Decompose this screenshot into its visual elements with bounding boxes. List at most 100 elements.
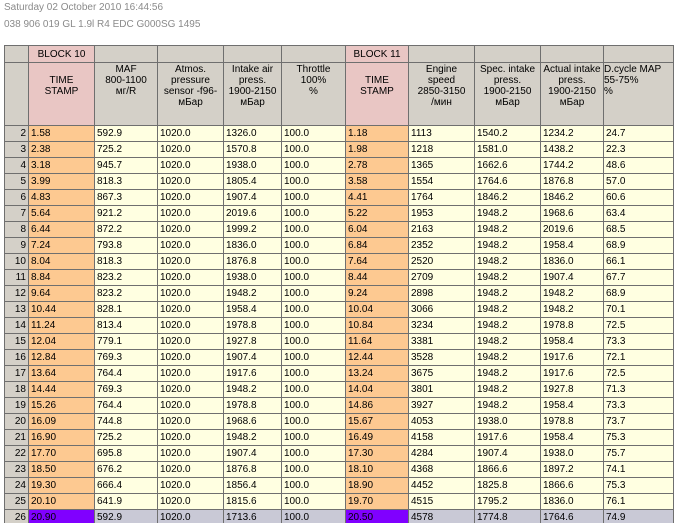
timestamp-cell[interactable]: 1.98	[345, 141, 409, 158]
value-cell[interactable]: 1020.0	[157, 397, 224, 414]
value-cell[interactable]: 100.0	[281, 205, 346, 222]
value-cell[interactable]: 1927.8	[540, 381, 604, 398]
timestamp-cell[interactable]: 18.50	[28, 461, 95, 478]
value-cell[interactable]: 1020.0	[157, 429, 224, 446]
value-cell[interactable]: 1020.0	[157, 285, 224, 302]
value-cell[interactable]: 100.0	[281, 189, 346, 206]
value-cell[interactable]: 74.1	[603, 461, 674, 478]
table-row[interactable]: 26 20.90 592.9 1020.0 1713.6 100.0 20.50 4578 17…	[4, 509, 674, 523]
table-row[interactable]: 15 12.04 779.1 1020.0 1927.8 100.0 11.64 3381 19…	[4, 333, 674, 350]
column-header[interactable]: Actual intake press. 1900-2150 мБар	[540, 62, 604, 126]
timestamp-cell[interactable]: 10.84	[345, 317, 409, 334]
timestamp-cell[interactable]: 3.99	[28, 173, 95, 190]
measuring-blocks-grid[interactable]: BLOCK 10 BLOCK 11 TIME STAMP MAF 800-1100 мг…	[4, 45, 674, 523]
value-cell[interactable]: 1020.0	[157, 445, 224, 462]
value-cell[interactable]: 1774.8	[474, 509, 541, 523]
row-number[interactable]: 13	[4, 301, 29, 318]
value-cell[interactable]: 72.5	[603, 317, 674, 334]
table-row[interactable]: 6 4.83 867.3 1020.0 1907.4 100.0 4.41 1764 1846.…	[4, 189, 674, 206]
value-cell[interactable]: 3528	[408, 349, 475, 366]
row-number[interactable]: 26	[4, 509, 29, 523]
value-cell[interactable]: 67.7	[603, 269, 674, 286]
row-number[interactable]: 8	[4, 221, 29, 238]
value-cell[interactable]: 100.0	[281, 461, 346, 478]
timestamp-cell[interactable]: 8.84	[28, 269, 95, 286]
value-cell[interactable]: 1907.4	[223, 189, 282, 206]
value-cell[interactable]: 1948.2	[474, 301, 541, 318]
value-cell[interactable]: 1958.4	[223, 301, 282, 318]
timestamp-cell[interactable]: 13.24	[345, 365, 409, 382]
value-cell[interactable]: 100.0	[281, 381, 346, 398]
timestamp-cell[interactable]: 1.18	[345, 125, 409, 142]
value-cell[interactable]: 769.3	[94, 381, 158, 398]
value-cell[interactable]: 1907.4	[223, 445, 282, 462]
value-cell[interactable]: 818.3	[94, 173, 158, 190]
value-cell[interactable]: 725.2	[94, 141, 158, 158]
value-cell[interactable]: 1958.4	[540, 429, 604, 446]
value-cell[interactable]: 4452	[408, 477, 475, 494]
value-cell[interactable]: 100.0	[281, 493, 346, 510]
value-cell[interactable]: 1948.2	[223, 285, 282, 302]
timestamp-cell[interactable]: 18.10	[345, 461, 409, 478]
value-cell[interactable]: 1948.2	[474, 253, 541, 270]
row-number[interactable]: 5	[4, 173, 29, 190]
value-cell[interactable]: 1876.8	[223, 461, 282, 478]
value-cell[interactable]: 1554	[408, 173, 475, 190]
value-cell[interactable]: 1948.2	[223, 381, 282, 398]
value-cell[interactable]: 1020.0	[157, 349, 224, 366]
timestamp-cell[interactable]: 3.58	[345, 173, 409, 190]
value-cell[interactable]: 4515	[408, 493, 475, 510]
value-cell[interactable]: 71.3	[603, 381, 674, 398]
value-cell[interactable]: 1020.0	[157, 141, 224, 158]
value-cell[interactable]: 1020.0	[157, 381, 224, 398]
value-cell[interactable]: 1540.2	[474, 125, 541, 142]
value-cell[interactable]: 100.0	[281, 317, 346, 334]
timestamp-cell[interactable]: 17.30	[345, 445, 409, 462]
value-cell[interactable]: 921.2	[94, 205, 158, 222]
value-cell[interactable]: 1795.2	[474, 493, 541, 510]
block-11-label[interactable]: BLOCK 11	[345, 45, 409, 63]
timestamp-cell[interactable]: 20.10	[28, 493, 95, 510]
value-cell[interactable]: 22.3	[603, 141, 674, 158]
value-cell[interactable]: 1978.8	[223, 397, 282, 414]
value-cell[interactable]: 1218	[408, 141, 475, 158]
value-cell[interactable]: 1744.2	[540, 157, 604, 174]
value-cell[interactable]: 1907.4	[474, 445, 541, 462]
value-cell[interactable]: 3927	[408, 397, 475, 414]
value-cell[interactable]: 1917.6	[540, 349, 604, 366]
row-number[interactable]: 21	[4, 429, 29, 446]
value-cell[interactable]: 2709	[408, 269, 475, 286]
timestamp-cell[interactable]: 6.84	[345, 237, 409, 254]
table-row[interactable]: 22 17.70 695.8 1020.0 1907.4 100.0 17.30 4284 19…	[4, 445, 674, 462]
value-cell[interactable]: 100.0	[281, 397, 346, 414]
table-row[interactable]: 16 12.84 769.3 1020.0 1907.4 100.0 12.44 3528 19…	[4, 349, 674, 366]
timestamp-cell[interactable]: 1.58	[28, 125, 95, 142]
row-number[interactable]: 2	[4, 125, 29, 142]
value-cell[interactable]: 72.1	[603, 349, 674, 366]
row-number[interactable]: 15	[4, 333, 29, 350]
column-header[interactable]: TIME STAMP	[345, 62, 409, 126]
timestamp-cell[interactable]: 7.64	[345, 253, 409, 270]
value-cell[interactable]: 4053	[408, 413, 475, 430]
value-cell[interactable]: 2019.6	[540, 221, 604, 238]
value-cell[interactable]: 779.1	[94, 333, 158, 350]
row-number[interactable]: 24	[4, 477, 29, 494]
value-cell[interactable]: 793.8	[94, 237, 158, 254]
value-cell[interactable]: 769.3	[94, 349, 158, 366]
value-cell[interactable]: 695.8	[94, 445, 158, 462]
value-cell[interactable]: 1020.0	[157, 413, 224, 430]
value-cell[interactable]: 100.0	[281, 445, 346, 462]
timestamp-cell[interactable]: 20.90	[28, 509, 95, 523]
timestamp-cell[interactable]: 5.22	[345, 205, 409, 222]
value-cell[interactable]: 1570.8	[223, 141, 282, 158]
value-cell[interactable]: 945.7	[94, 157, 158, 174]
timestamp-cell[interactable]: 9.64	[28, 285, 95, 302]
value-cell[interactable]: 1805.4	[223, 173, 282, 190]
timestamp-cell[interactable]: 18.90	[345, 477, 409, 494]
timestamp-cell[interactable]: 17.70	[28, 445, 95, 462]
row-number[interactable]: 18	[4, 381, 29, 398]
value-cell[interactable]: 1968.6	[223, 413, 282, 430]
value-cell[interactable]: 1020.0	[157, 253, 224, 270]
value-cell[interactable]: 1948.2	[474, 285, 541, 302]
timestamp-cell[interactable]: 15.67	[345, 413, 409, 430]
